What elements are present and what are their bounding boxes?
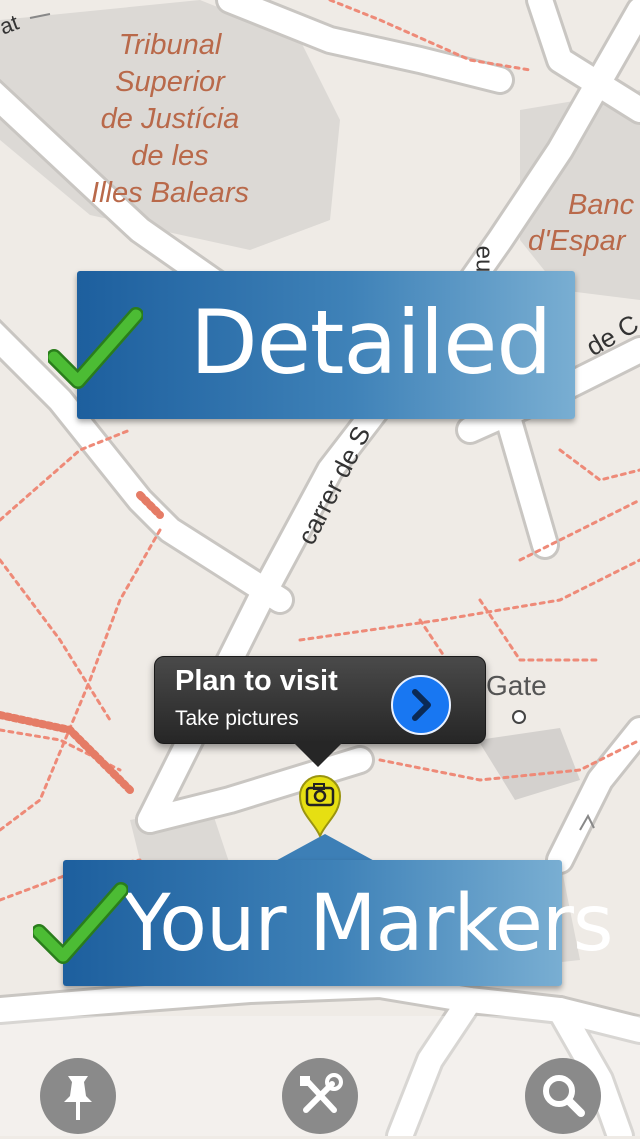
search-icon xyxy=(543,1075,585,1117)
gate-label: Gate xyxy=(486,670,547,701)
bank-label-line: Banc xyxy=(568,189,635,221)
search-button[interactable] xyxy=(525,1058,601,1134)
detailed-banner: Detailed xyxy=(77,271,575,419)
court-label-line: Superior xyxy=(115,66,225,98)
court-label-line: de Justícia xyxy=(100,103,240,135)
callout-pointer xyxy=(292,741,344,767)
court-label-line: Tribunal xyxy=(118,29,222,61)
detailed-banner-text: Detailed xyxy=(190,291,552,394)
markers-banner: Your Markers xyxy=(63,860,614,986)
pin-icon xyxy=(64,1076,92,1120)
checkmark-icon xyxy=(48,307,143,389)
court-label-line: Illes Balears xyxy=(91,177,249,209)
court-label-line: de les xyxy=(131,140,209,172)
callout-disclosure-button[interactable] xyxy=(391,675,451,735)
tools-icon xyxy=(300,1073,343,1113)
tools-button[interactable] xyxy=(282,1058,358,1134)
marker-callout[interactable]: Plan to visit Take pictures xyxy=(154,656,486,744)
bank-label-line: d'Espar xyxy=(528,225,626,257)
court-label: Tribunal Superior de Justícia de les Ill… xyxy=(60,27,280,212)
markers-banner-text: Your Markers xyxy=(123,879,614,969)
camera-marker-pin[interactable] xyxy=(296,770,344,838)
poi-dot[interactable] xyxy=(512,710,526,724)
pin-button[interactable] xyxy=(40,1058,116,1134)
street-label-fragment: eu xyxy=(470,245,498,273)
bank-label: Banc d'Espar xyxy=(520,187,640,259)
chevron-right-icon xyxy=(412,689,431,721)
callout-subtitle: Take pictures xyxy=(175,707,299,730)
checkmark-icon xyxy=(33,882,128,964)
callout-title: Plan to visit xyxy=(175,665,338,697)
